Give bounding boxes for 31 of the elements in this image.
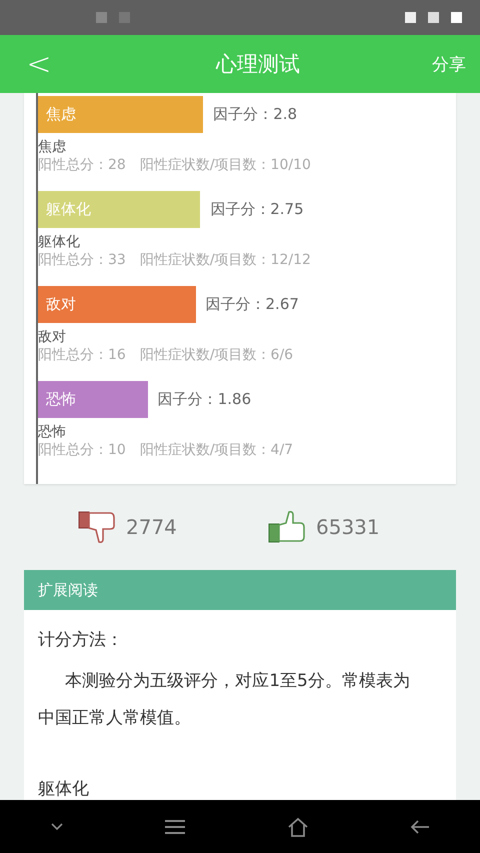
bar-label: 焦虑 xyxy=(46,105,76,124)
bar-label: 躯体化 xyxy=(46,200,91,219)
bar-label: 恐怖 xyxy=(46,390,76,409)
menu-icon[interactable] xyxy=(164,818,186,834)
thumbs-down-icon[interactable] xyxy=(78,510,116,544)
paragraph: 本测验分为五级评分，对应1至5分。常模表为中国正常人常模值。 xyxy=(38,670,411,730)
factor-name: 焦虑 xyxy=(38,138,67,156)
page-title: 心理测试 xyxy=(214,51,301,78)
back-icon[interactable] xyxy=(410,818,430,834)
section-header: 扩展阅读 xyxy=(24,570,456,610)
chevron-down-icon[interactable] xyxy=(50,822,62,830)
factor-stats: 阳性总分：16 阳性症状数/项目数：6/6 xyxy=(38,346,294,364)
factor-stats: 阳性总分：33 阳性症状数/项目数：12/12 xyxy=(38,251,312,269)
thumbs-up-icon[interactable] xyxy=(268,510,306,544)
factor-score: 因子分：2.67 xyxy=(206,295,299,314)
bar-label: 敌对 xyxy=(46,295,76,314)
factor-name: 躯体化 xyxy=(38,233,81,251)
factor-score: 因子分：2.75 xyxy=(210,200,304,219)
factor-stats: 阳性总分：28 阳性症状数/项目数：10/10 xyxy=(38,156,312,174)
share-button[interactable]: 分享 xyxy=(432,52,466,76)
factor-score: 因子分：2.8 xyxy=(213,105,298,124)
section-heading: 计分方法： xyxy=(38,629,124,651)
factor-name: 敌对 xyxy=(38,328,67,346)
factor-stats: 阳性总分：10 阳性症状数/项目数：4/7 xyxy=(38,441,294,459)
factor-name: 恐怖 xyxy=(38,423,67,441)
back-button[interactable]: < xyxy=(24,46,54,82)
factor-score: 因子分：1.86 xyxy=(158,390,252,409)
dislike-count: 2774 xyxy=(126,514,177,539)
subheading: 躯体化 xyxy=(38,778,90,800)
like-count: 65331 xyxy=(316,514,380,539)
home-icon[interactable] xyxy=(286,816,308,836)
